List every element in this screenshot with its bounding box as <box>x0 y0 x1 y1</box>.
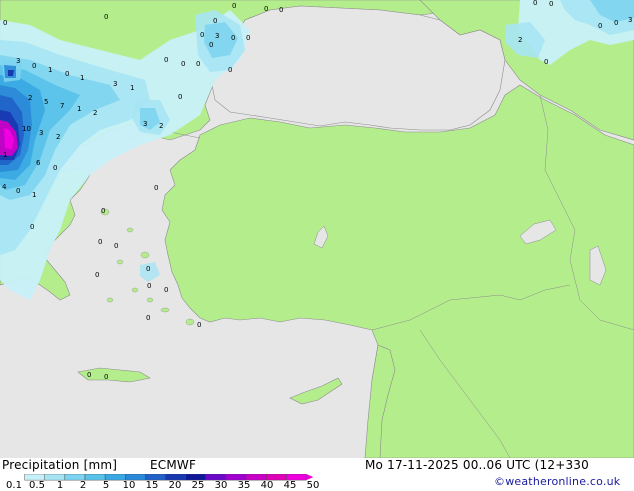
precip-label: 3 <box>215 32 219 40</box>
precip-label: 0 <box>614 19 618 27</box>
precip-label: 0 <box>104 13 108 21</box>
precip-label: 0 <box>197 321 201 329</box>
valid-datetime: Mo 17-11-2025 00..06 UTC (12+330 <box>365 458 589 472</box>
precip-label: 0 <box>95 271 99 279</box>
scale-label: 1 <box>56 480 64 491</box>
legend-title: Precipitation [mm] <box>2 458 118 472</box>
precip-label: 0 <box>114 242 118 250</box>
precip-label: 10 <box>22 125 31 133</box>
precip-label: 1 <box>3 151 7 159</box>
precip-label: 2 <box>159 122 163 130</box>
precip-label: 0 <box>146 265 150 273</box>
scale-label: 40 <box>260 480 274 491</box>
scale-label: 35 <box>237 480 251 491</box>
precip-label: 3 <box>113 80 117 88</box>
precip-label: 0 <box>65 70 69 78</box>
precip-label: 0 <box>32 62 36 70</box>
precip-label: 0 <box>544 58 548 66</box>
scale-label: 5 <box>102 480 110 491</box>
scale-label: 10 <box>122 480 136 491</box>
precip-label: 0 <box>53 164 57 172</box>
precip-label: 0 <box>196 60 200 68</box>
precip-label: 4 <box>2 183 7 191</box>
scale-label: 2 <box>79 480 87 491</box>
precip-label: 2 <box>518 36 522 44</box>
precip-label: 0 <box>146 314 150 322</box>
precip-label: 0 <box>181 60 185 68</box>
precip-label: 3 <box>143 120 147 128</box>
scale-label: 15 <box>145 480 159 491</box>
precip-label: 0 <box>101 207 105 215</box>
precip-label: 0 <box>533 0 537 7</box>
precip-label: 1 <box>48 66 52 74</box>
scale-label: 30 <box>214 480 228 491</box>
precip-label: 3 <box>39 129 43 137</box>
precip-label: 0 <box>231 34 235 42</box>
credit-text: ©weatheronline.co.uk <box>494 475 621 488</box>
scale-label: 20 <box>168 480 182 491</box>
precip-label: 1 <box>77 105 81 113</box>
scale-label: 0.1 <box>6 480 22 491</box>
precip-label: 0 <box>154 184 158 192</box>
scale-label: 50 <box>306 480 320 491</box>
precip-label: 0 <box>104 373 108 381</box>
precip-label: 0 <box>16 187 20 195</box>
precip-label: 0 <box>232 2 236 10</box>
precip-label: 7 <box>60 102 64 110</box>
legend-bar: Precipitation [mm] ECMWF Mo 17-11-2025 0… <box>0 458 634 491</box>
precip-label: 0 <box>87 371 91 379</box>
precip-label: 0 <box>3 19 7 27</box>
precip-label: 0 <box>264 5 268 13</box>
precip-label: 0 <box>98 238 102 246</box>
precip-label: 3 <box>16 57 20 65</box>
scale-label: 45 <box>283 480 297 491</box>
precip-label: 3 <box>628 16 632 24</box>
scale-label: 0.5 <box>29 480 45 491</box>
precip-label: 1 <box>130 84 134 92</box>
model-name: ECMWF <box>150 458 197 472</box>
scale-label: 25 <box>191 480 205 491</box>
precip-label: 0 <box>549 0 553 8</box>
precip-label: 1 <box>32 191 36 199</box>
precip-label: 0 <box>213 17 217 25</box>
precip-label: 0 <box>228 66 232 74</box>
precip-label: 0 <box>164 56 168 64</box>
precip-label: 0 <box>279 6 283 14</box>
precip-label: 2 <box>28 94 32 102</box>
precip-label: 0 <box>598 22 602 30</box>
precip-label: 0 <box>209 41 213 49</box>
precip-label: 0 <box>200 31 204 39</box>
precip-label: 5 <box>44 98 48 106</box>
precip-label: 0 <box>147 282 151 290</box>
precip-label: 2 <box>93 109 97 117</box>
precip-label: 1 <box>80 74 84 82</box>
precip-label: 2 <box>56 133 60 141</box>
precip-label: 0 <box>246 34 250 42</box>
precip-label: 0 <box>30 223 34 231</box>
precip-label: 6 <box>36 159 41 167</box>
precipitation-map: 0 0 0 0 0 0 0 3 0 0 3 0 1 0 1 3 1 0 0 2 … <box>0 0 634 458</box>
precip-label: 0 <box>178 93 182 101</box>
precip-label: 0 <box>164 286 168 294</box>
